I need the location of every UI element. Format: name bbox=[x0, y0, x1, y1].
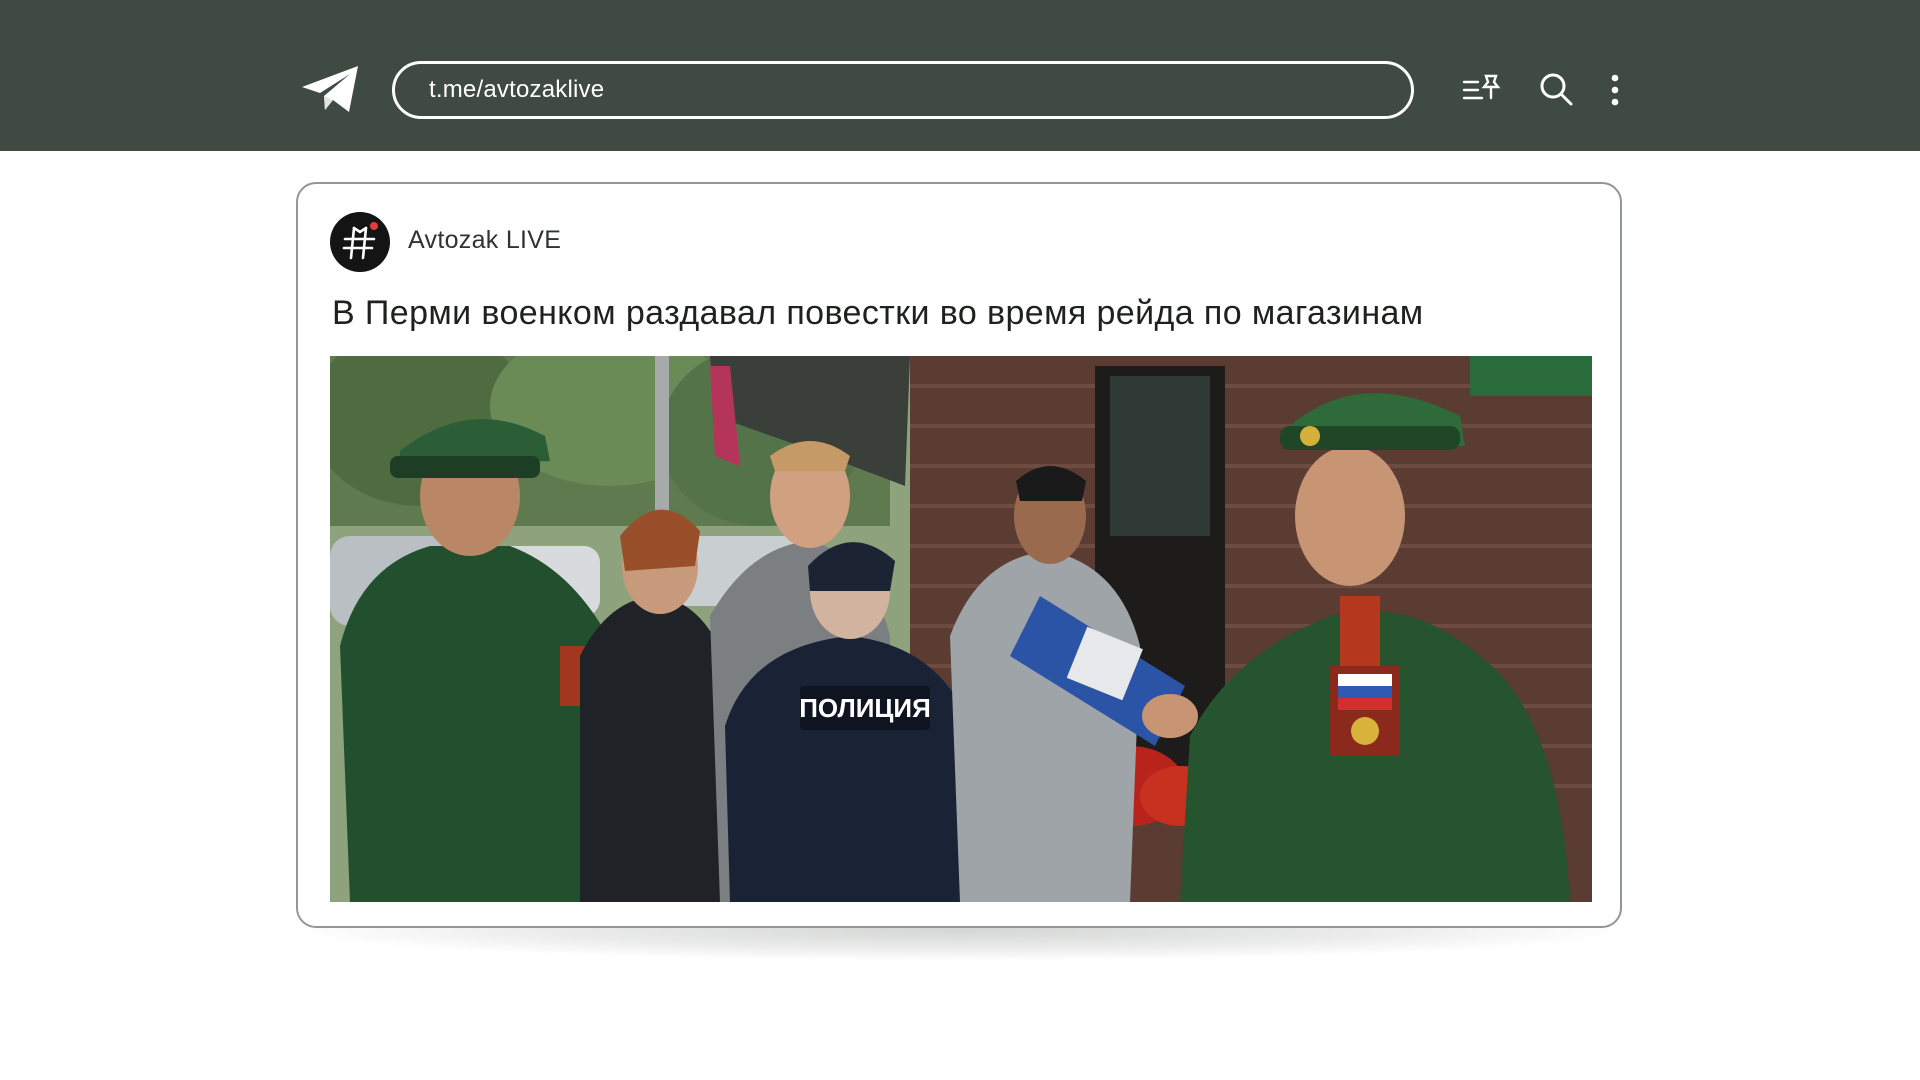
search-icon[interactable] bbox=[1536, 70, 1578, 110]
top-bar: t.me/avtozaklive bbox=[0, 0, 1920, 151]
post-photo[interactable]: ПОЛИЦИЯ bbox=[330, 356, 1592, 902]
police-label: ПОЛИЦИЯ bbox=[799, 693, 931, 723]
more-vertical-icon[interactable] bbox=[1598, 70, 1632, 110]
post-card: Avtozak LIVE В Перми военком раздавал по… bbox=[296, 182, 1622, 928]
post-title: В Перми военком раздавал повестки во вре… bbox=[332, 294, 1424, 332]
pinned-list-icon[interactable] bbox=[1462, 70, 1504, 110]
url-field[interactable]: t.me/avtozaklive bbox=[392, 61, 1414, 119]
telegram-logo-icon[interactable] bbox=[300, 64, 362, 116]
channel-name[interactable]: Avtozak LIVE bbox=[408, 226, 561, 255]
channel-avatar[interactable] bbox=[330, 212, 390, 272]
hashtag-logo-icon bbox=[342, 222, 378, 260]
